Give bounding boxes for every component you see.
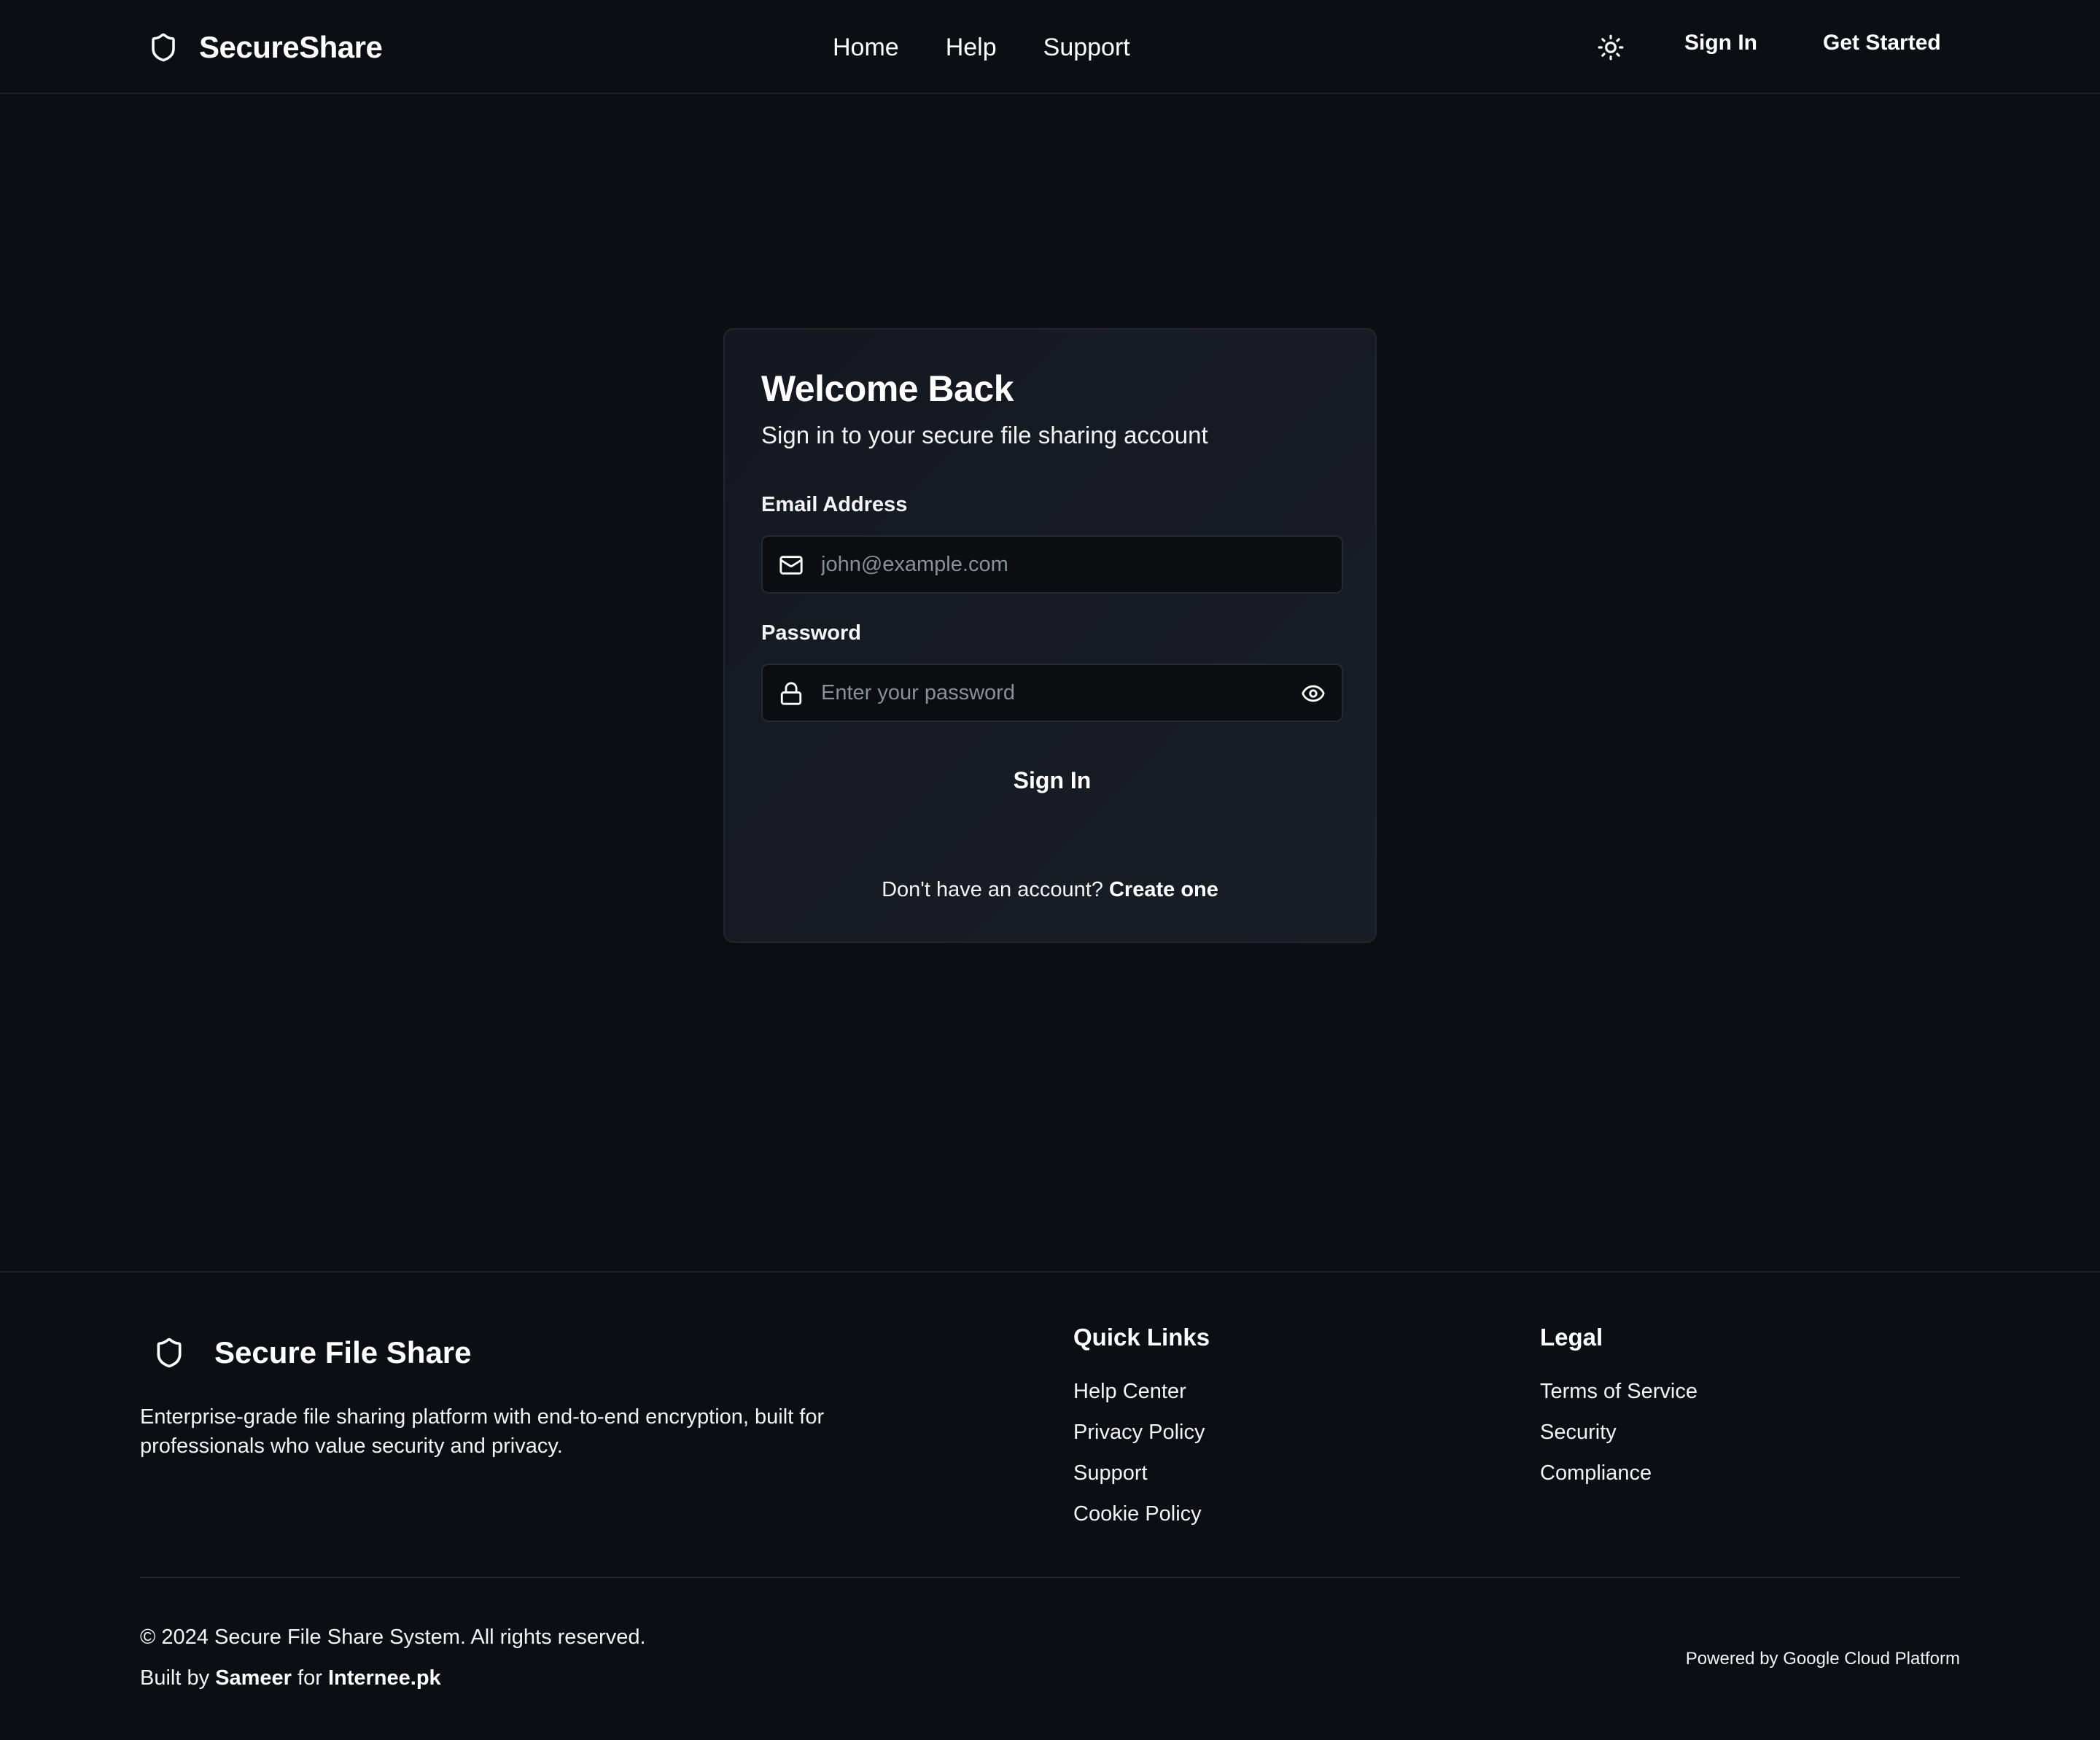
- footer-link-help-center[interactable]: Help Center: [1073, 1379, 1210, 1404]
- brand-name: SecureShare: [199, 30, 383, 64]
- password-field-wrapper: [761, 664, 1343, 722]
- card-subtitle: Sign in to your secure file sharing acco…: [761, 422, 1208, 448]
- get-started-button[interactable]: Get Started: [1823, 31, 1941, 55]
- email-field-wrapper: [761, 535, 1343, 594]
- password-label: Password: [761, 621, 861, 645]
- signup-prompt-text: Don't have an account?: [882, 878, 1103, 901]
- copyright-text: © 2024 Secure File Share System. All rig…: [140, 1626, 646, 1649]
- powered-by-text: Powered by Google Cloud Platform: [1685, 1649, 1960, 1669]
- footer-brand: Secure File Share: [153, 1331, 472, 1375]
- footer-link-cookie-policy[interactable]: Cookie Policy: [1073, 1502, 1210, 1526]
- login-card: Welcome Back Sign in to your secure file…: [723, 328, 1377, 943]
- footer-link-terms[interactable]: Terms of Service: [1540, 1379, 1698, 1404]
- mail-icon: [779, 553, 804, 578]
- legal-heading: Legal: [1540, 1324, 1603, 1351]
- quick-links-column: Quick Links Help Center Privacy Policy S…: [1073, 1324, 1210, 1542]
- email-input[interactable]: [821, 537, 1288, 592]
- legal-column: Legal Terms of Service Security Complian…: [1540, 1324, 1698, 1502]
- lock-icon: [779, 681, 804, 706]
- card-title: Welcome Back: [761, 368, 1014, 409]
- footer-link-security[interactable]: Security: [1540, 1420, 1698, 1445]
- quick-links-heading: Quick Links: [1073, 1324, 1210, 1351]
- site-footer: Secure File Share Enterprise-grade file …: [0, 1271, 2100, 1740]
- footer-link-support[interactable]: Support: [1073, 1461, 1210, 1485]
- sign-in-button[interactable]: Sign In: [761, 745, 1343, 815]
- nav-help-link[interactable]: Help: [946, 34, 997, 62]
- built-by-author: Sameer: [215, 1666, 292, 1690]
- shield-icon: [153, 1335, 185, 1371]
- header-sign-in-button[interactable]: Sign In: [1684, 31, 1757, 55]
- signup-prompt: Don't have an account? Create one: [725, 878, 1375, 902]
- top-navbar: SecureShare Home Help Support Sign In Ge…: [0, 0, 2100, 94]
- footer-link-compliance[interactable]: Compliance: [1540, 1461, 1698, 1485]
- nav-support-link[interactable]: Support: [1043, 34, 1130, 62]
- password-input[interactable]: [821, 665, 1288, 721]
- main-nav: Home Help Support: [833, 29, 1130, 66]
- nav-home-link[interactable]: Home: [833, 34, 899, 62]
- sun-icon[interactable]: [1597, 34, 1625, 61]
- footer-brand-name: Secure File Share: [214, 1335, 472, 1370]
- email-label: Email Address: [761, 493, 908, 516]
- footer-description: Enterprise-grade file sharing platform w…: [140, 1405, 825, 1458]
- footer-link-privacy-policy[interactable]: Privacy Policy: [1073, 1420, 1210, 1445]
- shield-icon: [148, 32, 179, 63]
- brand-logo[interactable]: SecureShare: [148, 29, 383, 66]
- built-by-prefix: Built by: [140, 1666, 210, 1690]
- create-account-link[interactable]: Create one: [1109, 878, 1218, 901]
- built-by-credit: Built by Sameer for Internee.pk: [140, 1666, 441, 1690]
- built-for-org: Internee.pk: [327, 1666, 441, 1690]
- built-for-text: for: [298, 1666, 322, 1690]
- footer-divider: [140, 1577, 1960, 1578]
- eye-icon[interactable]: [1301, 681, 1326, 706]
